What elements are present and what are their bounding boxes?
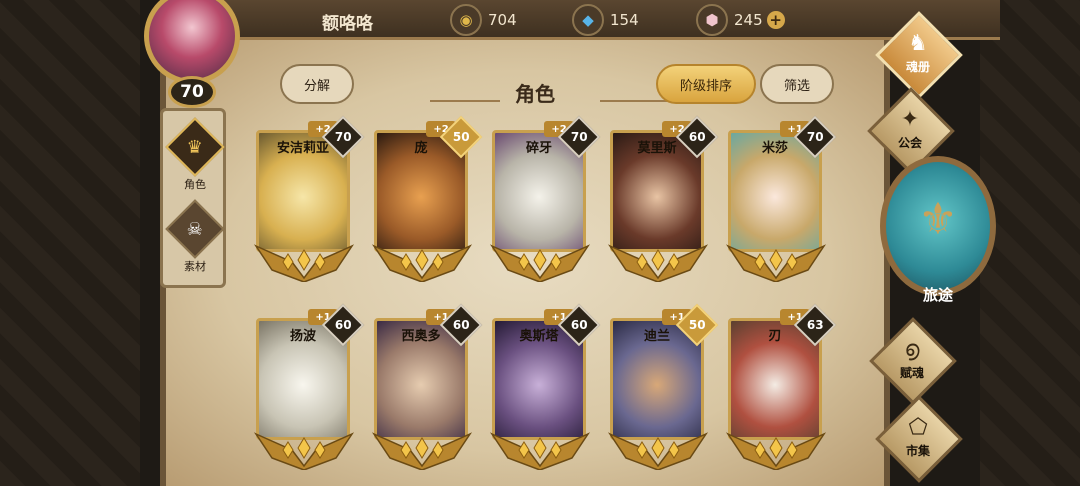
rank-wings-icon	[489, 432, 591, 470]
character-card[interactable]: 庞 +2 50	[370, 115, 483, 282]
add-gem-button[interactable]: +	[766, 11, 785, 29]
pink-gem-icon: ⬢	[696, 4, 728, 36]
rank-wings-icon	[725, 244, 827, 282]
nav-soul-book-label: 魂册	[905, 60, 930, 74]
nav-market-label: 市集	[905, 444, 930, 458]
left-tab-strip: ♛ 角色 ☠ 素材	[160, 108, 226, 288]
rank-wings-icon	[489, 244, 591, 282]
character-card[interactable]: 西奥多 +1 60	[370, 303, 483, 470]
resource-crystal: ◆ 154	[572, 4, 639, 36]
gold-value: 704	[488, 11, 517, 29]
nav-journey-label: 旅途	[922, 286, 953, 304]
rank-wings-icon	[253, 432, 355, 470]
rank-wings-icon	[371, 432, 473, 470]
avatar-portrait	[144, 0, 240, 84]
gem-value: 245	[734, 11, 763, 29]
nav-journey[interactable]: ⚜ 旅途	[880, 156, 996, 306]
nav-soul-book[interactable]: ♞ 魂册	[872, 11, 964, 99]
nav-soul-infuse[interactable]: ൭ 赋魂	[866, 317, 958, 405]
filter-button[interactable]: 筛选	[760, 64, 834, 104]
character-card[interactable]: 扬波 +1 60	[252, 303, 365, 470]
tab-materials[interactable]: ☠ 素材	[165, 199, 225, 279]
tab-characters[interactable]: ♛ 角色	[165, 117, 225, 197]
decompose-button[interactable]: 分解	[280, 64, 354, 104]
nav-guild-label: 公会	[897, 136, 922, 150]
tab-materials-label: 素材	[184, 260, 206, 273]
sort-by-rank-button[interactable]: 阶级排序	[656, 64, 756, 104]
character-card[interactable]: 奥斯塔 +1 60	[488, 303, 601, 470]
character-card[interactable]: 迪兰 +1 50	[606, 303, 719, 470]
nav-soul-infuse-label: 赋魂	[899, 366, 924, 380]
rank-wings-icon	[607, 432, 709, 470]
character-card[interactable]: 莫里斯 +2 60	[606, 115, 719, 282]
character-card[interactable]: 米莎 +1 70	[724, 115, 837, 282]
journey-compass-icon: ⚜	[918, 194, 958, 245]
winged-crest-icon: ♛	[165, 117, 225, 177]
character-card[interactable]: 安洁莉亚 +2 70	[252, 115, 365, 282]
rank-wings-icon	[253, 244, 355, 282]
resource-gem[interactable]: ⬢ 245 +	[696, 4, 785, 36]
nav-market[interactable]: ⬠ 市集	[872, 395, 964, 483]
blue-crystal-icon: ◆	[572, 4, 604, 36]
crystal-value: 154	[610, 11, 639, 29]
rank-wings-icon	[607, 244, 709, 282]
market-gem-icon: ⬠	[908, 415, 928, 440]
player-avatar[interactable]: 70	[134, 0, 250, 108]
soul-swirl-icon: ൭	[904, 337, 920, 362]
soul-book-icon: ♞	[908, 31, 928, 56]
page-title: 角色	[515, 82, 555, 106]
rank-wings-icon	[371, 244, 473, 282]
player-name: 额咯咯	[322, 14, 373, 34]
left-frame	[0, 0, 140, 486]
resource-gold: ◉ 704	[450, 4, 517, 36]
character-card[interactable]: 刃 +1 63	[724, 303, 837, 470]
tab-characters-label: 角色	[184, 178, 206, 191]
player-level-badge: 70	[168, 76, 216, 108]
rank-wings-icon	[725, 432, 827, 470]
guild-eagle-icon: ✦	[900, 107, 920, 132]
gold-coin-icon: ◉	[450, 4, 482, 36]
beast-skull-icon: ☠	[165, 199, 225, 259]
character-card[interactable]: 碎牙 +2 70	[488, 115, 601, 282]
